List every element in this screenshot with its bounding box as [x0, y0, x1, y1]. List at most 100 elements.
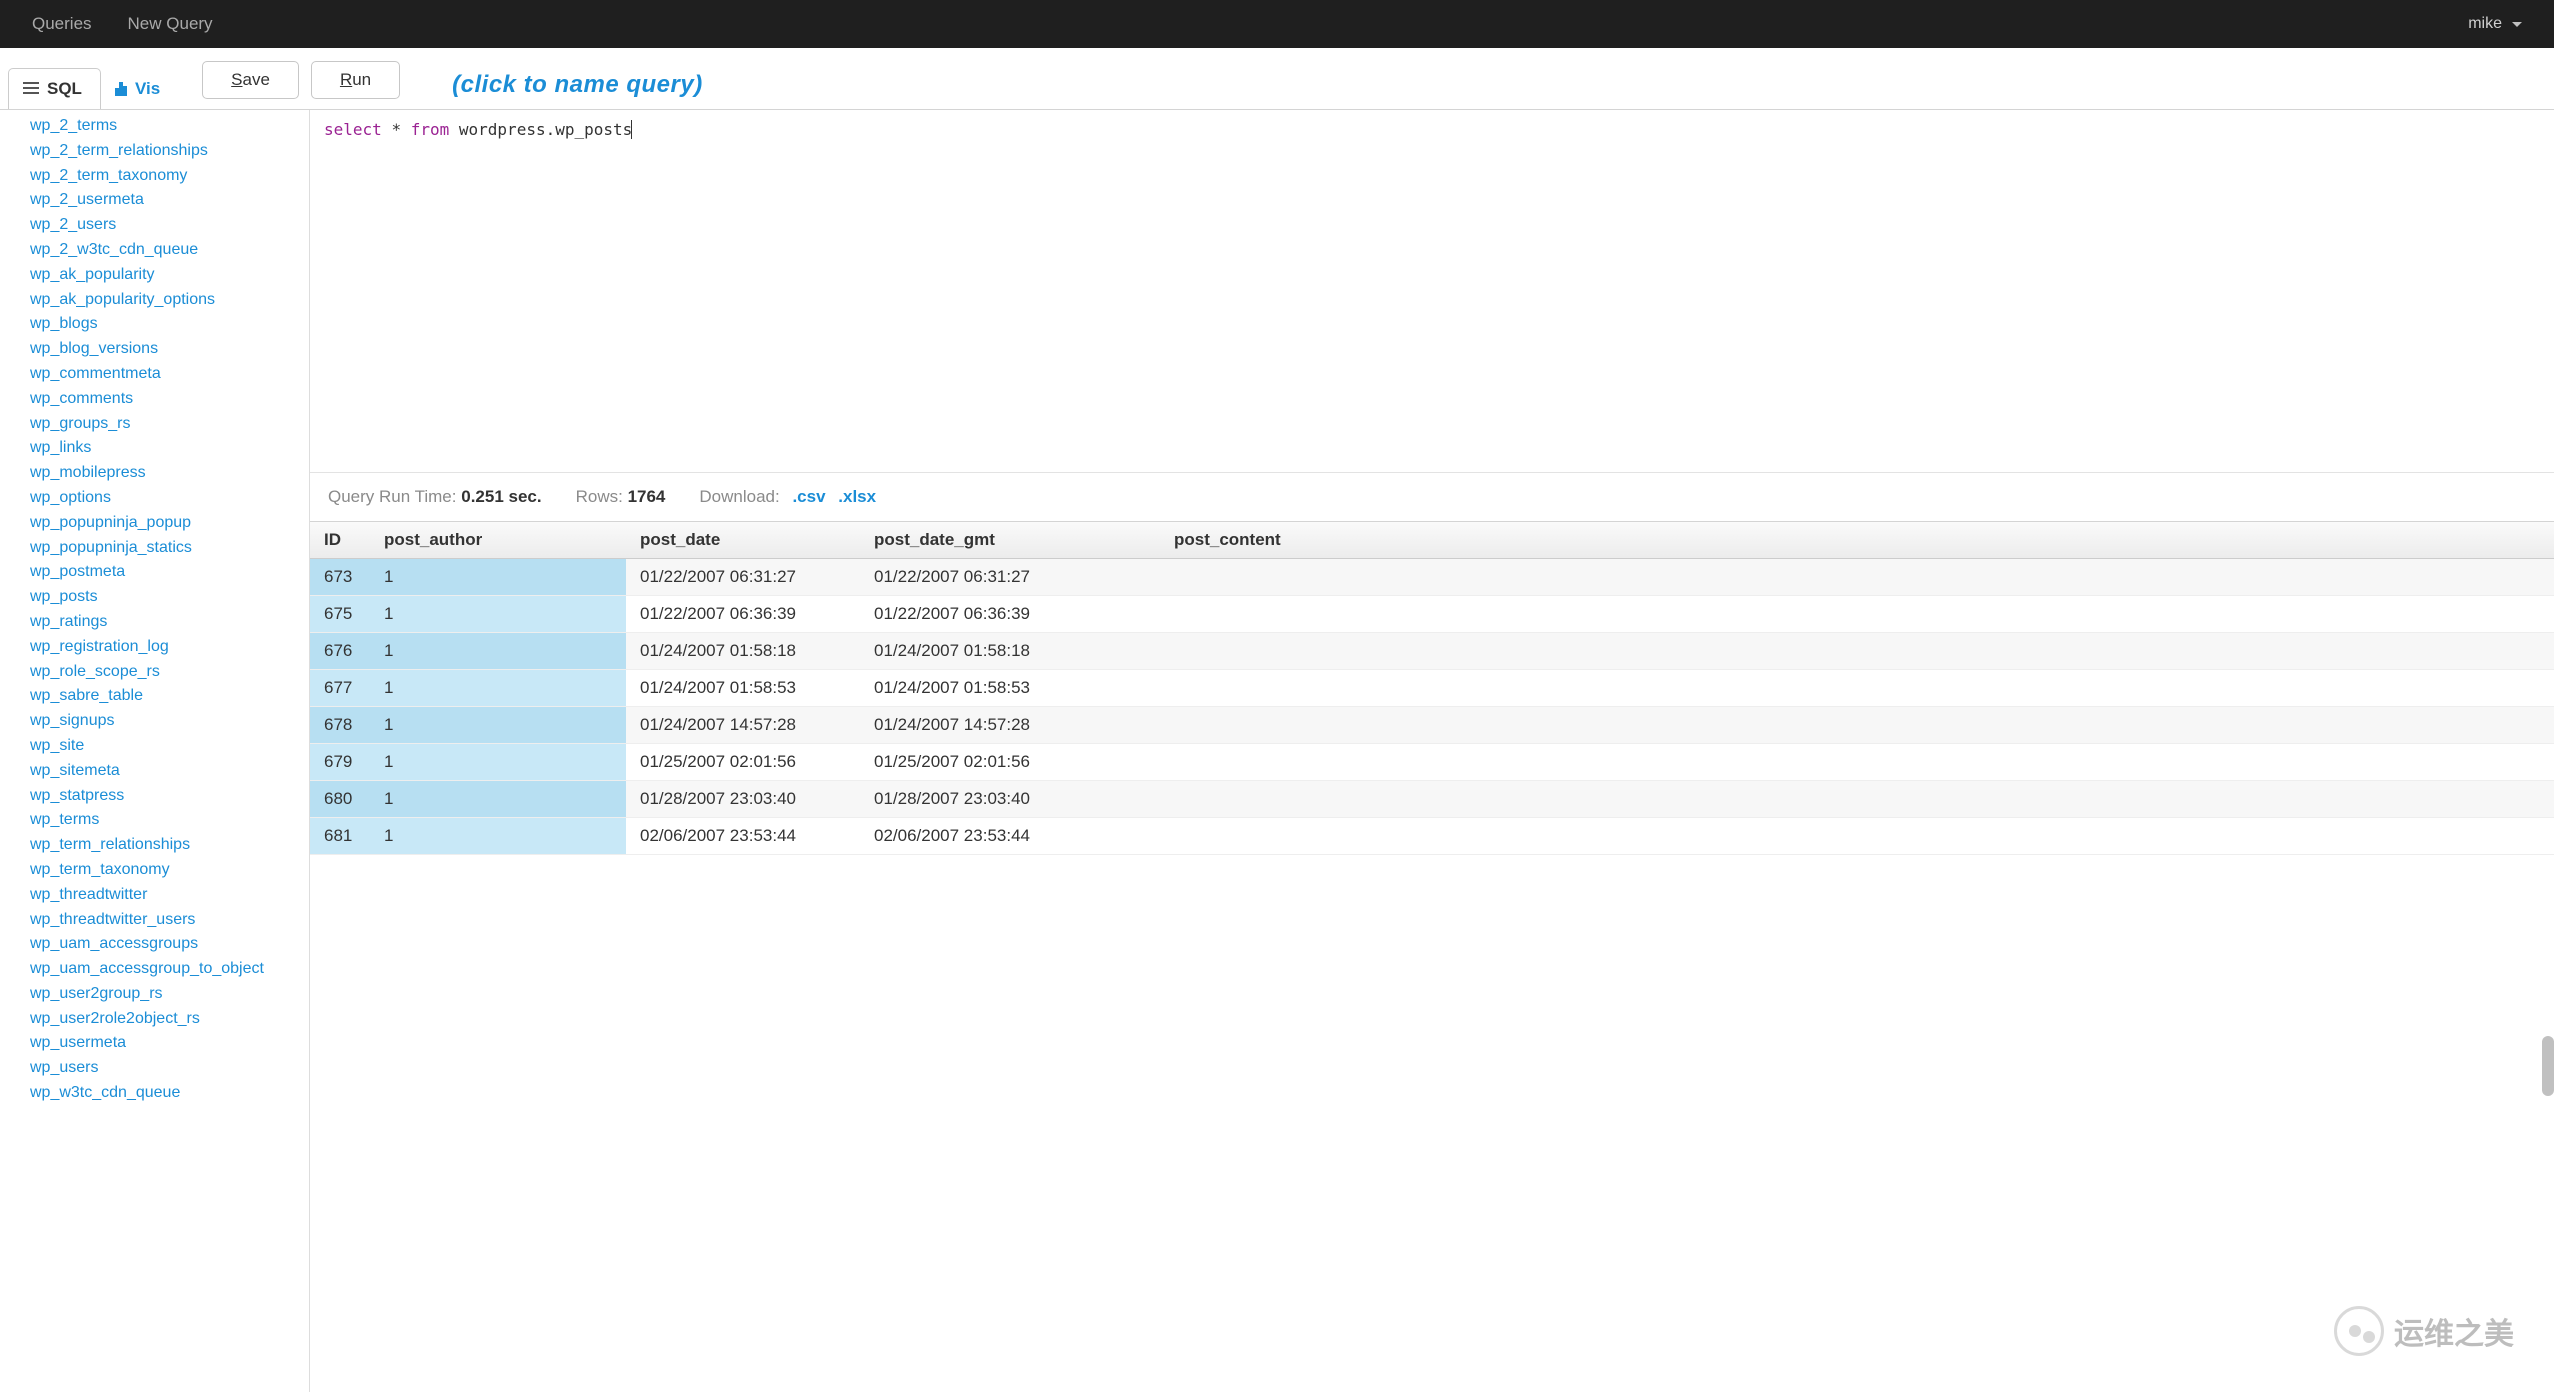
- cell-post_date_gmt: 01/25/2007 02:01:56: [860, 744, 1160, 781]
- sidebar-item-wp_users[interactable]: wp_users: [30, 1056, 309, 1081]
- sidebar-item-wp_mobilepress[interactable]: wp_mobilepress: [30, 461, 309, 486]
- cell-post_author: 1: [370, 744, 626, 781]
- sidebar-item-wp_posts[interactable]: wp_posts: [30, 585, 309, 610]
- cell-post_author: 1: [370, 670, 626, 707]
- sidebar-item-wp_popupninja_popup[interactable]: wp_popupninja_popup: [30, 511, 309, 536]
- sidebar-item-wp_terms[interactable]: wp_terms: [30, 808, 309, 833]
- cell-post_content: [1160, 707, 2554, 744]
- sidebar-item-wp_ak_popularity_options[interactable]: wp_ak_popularity_options: [30, 288, 309, 313]
- table-row[interactable]: 677101/24/2007 01:58:5301/24/2007 01:58:…: [310, 670, 2554, 707]
- sidebar-item-wp_user2role2object_rs[interactable]: wp_user2role2object_rs: [30, 1007, 309, 1032]
- sidebar-item-wp_2_w3tc_cdn_queue[interactable]: wp_2_w3tc_cdn_queue: [30, 238, 309, 263]
- nav-queries[interactable]: Queries: [32, 14, 92, 34]
- tab-vis-label: Vis: [135, 79, 160, 99]
- sidebar-item-wp_options[interactable]: wp_options: [30, 486, 309, 511]
- sidebar-item-wp_term_taxonomy[interactable]: wp_term_taxonomy: [30, 858, 309, 883]
- cell-id: 673: [310, 559, 370, 596]
- table-row[interactable]: 679101/25/2007 02:01:5601/25/2007 02:01:…: [310, 744, 2554, 781]
- sidebar-item-wp_term_relationships[interactable]: wp_term_relationships: [30, 833, 309, 858]
- sql-editor[interactable]: select * from wordpress.wp_posts: [310, 110, 2554, 472]
- cell-post_author: 1: [370, 707, 626, 744]
- sidebar-item-wp_statpress[interactable]: wp_statpress: [30, 784, 309, 809]
- sidebar-item-wp_ak_popularity[interactable]: wp_ak_popularity: [30, 263, 309, 288]
- cell-post_date_gmt: 01/22/2007 06:36:39: [860, 596, 1160, 633]
- sidebar-item-wp_usermeta[interactable]: wp_usermeta: [30, 1031, 309, 1056]
- sidebar-item-wp_comments[interactable]: wp_comments: [30, 387, 309, 412]
- tables-sidebar[interactable]: wp_2_termswp_2_term_relationshipswp_2_te…: [0, 110, 310, 1392]
- sidebar-item-wp_role_scope_rs[interactable]: wp_role_scope_rs: [30, 660, 309, 685]
- table-row[interactable]: 678101/24/2007 14:57:2801/24/2007 14:57:…: [310, 707, 2554, 744]
- sidebar-item-wp_site[interactable]: wp_site: [30, 734, 309, 759]
- cell-post_date_gmt: 02/06/2007 23:53:44: [860, 818, 1160, 855]
- sidebar-item-wp_2_term_relationships[interactable]: wp_2_term_relationships: [30, 139, 309, 164]
- result-meta: Query Run Time: 0.251 sec. Rows: 1764 Do…: [310, 472, 2554, 521]
- query-name-input[interactable]: (click to name query): [452, 71, 703, 99]
- sidebar-item-wp_w3tc_cdn_queue[interactable]: wp_w3tc_cdn_queue: [30, 1081, 309, 1106]
- cell-id: 679: [310, 744, 370, 781]
- cell-id: 677: [310, 670, 370, 707]
- table-row[interactable]: 676101/24/2007 01:58:1801/24/2007 01:58:…: [310, 633, 2554, 670]
- sidebar-item-wp_2_usermeta[interactable]: wp_2_usermeta: [30, 188, 309, 213]
- sidebar-item-wp_threadtwitter[interactable]: wp_threadtwitter: [30, 883, 309, 908]
- sidebar-item-wp_popupninja_statics[interactable]: wp_popupninja_statics: [30, 536, 309, 561]
- sidebar-item-wp_registration_log[interactable]: wp_registration_log: [30, 635, 309, 660]
- sidebar-item-wp_blog_versions[interactable]: wp_blog_versions: [30, 337, 309, 362]
- scrollbar-thumb[interactable]: [2542, 1036, 2554, 1096]
- run-button[interactable]: Run: [311, 61, 400, 99]
- cell-post_content: [1160, 596, 2554, 633]
- user-name: mike: [2468, 15, 2502, 33]
- sidebar-item-wp_blogs[interactable]: wp_blogs: [30, 312, 309, 337]
- sidebar-item-wp_sabre_table[interactable]: wp_sabre_table: [30, 684, 309, 709]
- sidebar-item-wp_uam_accessgroup_to_object[interactable]: wp_uam_accessgroup_to_object: [30, 957, 309, 982]
- sidebar-item-wp_sitemeta[interactable]: wp_sitemeta: [30, 759, 309, 784]
- column-header-post_content[interactable]: post_content: [1160, 522, 2554, 559]
- runtime-value: 0.251 sec.: [461, 487, 541, 506]
- sidebar-item-wp_threadtwitter_users[interactable]: wp_threadtwitter_users: [30, 908, 309, 933]
- toolbar: SQL Vis Save Run (click to name query): [0, 48, 2554, 110]
- cell-post_date: 01/24/2007 14:57:28: [626, 707, 860, 744]
- tab-sql[interactable]: SQL: [8, 68, 101, 109]
- cell-id: 678: [310, 707, 370, 744]
- sidebar-item-wp_2_term_taxonomy[interactable]: wp_2_term_taxonomy: [30, 164, 309, 189]
- results-table-container[interactable]: IDpost_authorpost_datepost_date_gmtpost_…: [310, 521, 2554, 1392]
- list-icon: [23, 82, 39, 96]
- cell-post_date: 02/06/2007 23:53:44: [626, 818, 860, 855]
- nav-new-query[interactable]: New Query: [128, 14, 213, 34]
- sidebar-item-wp_2_terms[interactable]: wp_2_terms: [30, 114, 309, 139]
- cell-post_date_gmt: 01/22/2007 06:31:27: [860, 559, 1160, 596]
- cell-post_date: 01/24/2007 01:58:53: [626, 670, 860, 707]
- download-csv[interactable]: .csv: [792, 487, 825, 506]
- cell-post_date: 01/22/2007 06:36:39: [626, 596, 860, 633]
- sidebar-item-wp_postmeta[interactable]: wp_postmeta: [30, 560, 309, 585]
- tab-vis[interactable]: Vis: [100, 68, 179, 109]
- cell-post_content: [1160, 633, 2554, 670]
- cell-id: 675: [310, 596, 370, 633]
- cell-post_date_gmt: 01/24/2007 01:58:18: [860, 633, 1160, 670]
- cell-post_author: 1: [370, 633, 626, 670]
- sidebar-item-wp_ratings[interactable]: wp_ratings: [30, 610, 309, 635]
- sidebar-item-wp_uam_accessgroups[interactable]: wp_uam_accessgroups: [30, 932, 309, 957]
- table-row[interactable]: 673101/22/2007 06:31:2701/22/2007 06:31:…: [310, 559, 2554, 596]
- cell-post_date: 01/25/2007 02:01:56: [626, 744, 860, 781]
- cell-id: 676: [310, 633, 370, 670]
- sidebar-item-wp_user2group_rs[interactable]: wp_user2group_rs: [30, 982, 309, 1007]
- column-header-post_date[interactable]: post_date: [626, 522, 860, 559]
- table-row[interactable]: 680101/28/2007 23:03:4001/28/2007 23:03:…: [310, 781, 2554, 818]
- sidebar-item-wp_2_users[interactable]: wp_2_users: [30, 213, 309, 238]
- cell-post_date: 01/22/2007 06:31:27: [626, 559, 860, 596]
- cell-post_author: 1: [370, 559, 626, 596]
- table-row[interactable]: 681102/06/2007 23:53:4402/06/2007 23:53:…: [310, 818, 2554, 855]
- column-header-post_author[interactable]: post_author: [370, 522, 626, 559]
- column-header-post_date_gmt[interactable]: post_date_gmt: [860, 522, 1160, 559]
- table-row[interactable]: 675101/22/2007 06:36:3901/22/2007 06:36:…: [310, 596, 2554, 633]
- chevron-down-icon: [2512, 22, 2522, 27]
- results-table: IDpost_authorpost_datepost_date_gmtpost_…: [310, 522, 2554, 855]
- user-menu[interactable]: mike: [2468, 15, 2522, 33]
- sidebar-item-wp_links[interactable]: wp_links: [30, 436, 309, 461]
- column-header-ID[interactable]: ID: [310, 522, 370, 559]
- save-button[interactable]: Save: [202, 61, 299, 99]
- sidebar-item-wp_commentmeta[interactable]: wp_commentmeta: [30, 362, 309, 387]
- sidebar-item-wp_groups_rs[interactable]: wp_groups_rs: [30, 412, 309, 437]
- download-xlsx[interactable]: .xlsx: [838, 487, 876, 506]
- sidebar-item-wp_signups[interactable]: wp_signups: [30, 709, 309, 734]
